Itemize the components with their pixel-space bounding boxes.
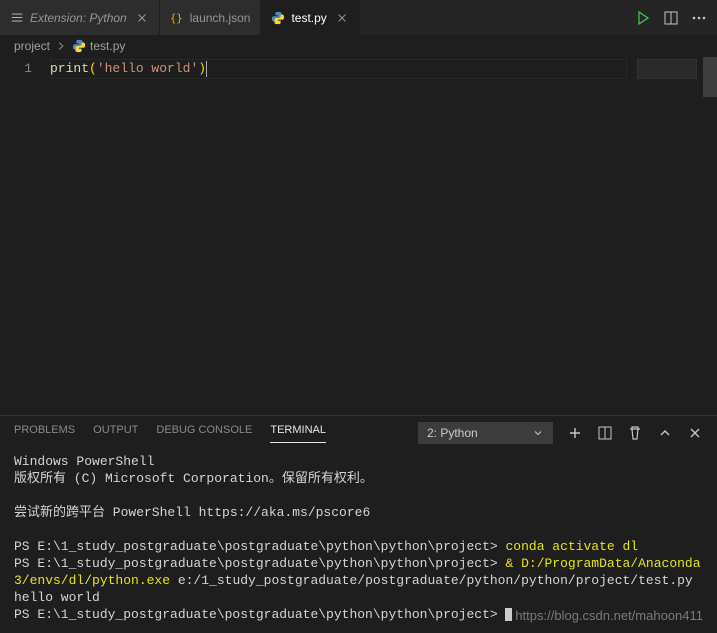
token-paren: ( bbox=[89, 61, 97, 76]
breadcrumb[interactable]: project test.py bbox=[0, 35, 717, 57]
svg-text:{}: {} bbox=[170, 12, 183, 24]
tab-test-py[interactable]: test.py bbox=[261, 0, 359, 35]
terminal-stdout: hello world bbox=[14, 590, 100, 605]
panel-tab-output[interactable]: OUTPUT bbox=[93, 424, 138, 443]
line-number: 1 bbox=[0, 59, 32, 79]
breadcrumb-folder: project bbox=[14, 39, 50, 53]
chevron-down-icon bbox=[532, 427, 544, 439]
terminal-prompt: PS E:\1_study_postgraduate\postgraduate\… bbox=[14, 607, 505, 622]
new-terminal-icon[interactable] bbox=[567, 425, 583, 441]
editor-tab-bar: Extension: Python {} launch.json test.py bbox=[0, 0, 717, 35]
python-icon bbox=[72, 39, 86, 53]
terminal-amp: & bbox=[505, 556, 521, 571]
panel-tab-problems[interactable]: PROBLEMS bbox=[14, 424, 75, 443]
line-gutter: 1 bbox=[0, 57, 50, 415]
code-editor[interactable]: 1 print('hello world') bbox=[0, 57, 717, 415]
panel-tabs: PROBLEMS OUTPUT DEBUG CONSOLE TERMINAL bbox=[14, 424, 326, 443]
close-panel-icon[interactable] bbox=[687, 425, 703, 441]
chevron-right-icon bbox=[54, 39, 68, 53]
terminal-line: 版权所有 (C) Microsoft Corporation。保留所有权利。 bbox=[14, 471, 373, 486]
terminal-arg: e:/1_study_postgraduate/postgraduate/pyt… bbox=[170, 573, 693, 588]
run-icon[interactable] bbox=[635, 10, 651, 26]
tab-label: Extension: Python bbox=[30, 11, 127, 25]
terminal-cursor bbox=[505, 608, 512, 621]
split-editor-icon[interactable] bbox=[663, 10, 679, 26]
scrollbar-vertical[interactable] bbox=[703, 57, 717, 97]
close-icon[interactable] bbox=[335, 11, 349, 25]
panel-tab-terminal[interactable]: TERMINAL bbox=[270, 424, 326, 443]
tab-label: launch.json bbox=[190, 11, 251, 25]
token-function: print bbox=[50, 61, 89, 76]
trash-icon[interactable] bbox=[627, 425, 643, 441]
terminal-output[interactable]: Windows PowerShell 版权所有 (C) Microsoft Co… bbox=[0, 450, 717, 633]
json-icon: {} bbox=[170, 11, 184, 25]
panel-actions: 2: Python bbox=[418, 422, 703, 444]
tab-extension-python[interactable]: Extension: Python bbox=[0, 0, 160, 35]
python-icon bbox=[271, 11, 285, 25]
editor-actions bbox=[625, 10, 717, 26]
tab-launch-json[interactable]: {} launch.json bbox=[160, 0, 262, 35]
terminal-prompt: PS E:\1_study_postgraduate\postgraduate\… bbox=[14, 539, 505, 554]
split-terminal-icon[interactable] bbox=[597, 425, 613, 441]
breadcrumb-file: test.py bbox=[90, 39, 125, 53]
text-cursor bbox=[206, 61, 207, 77]
terminal-select[interactable]: 2: Python bbox=[418, 422, 553, 444]
terminal-select-label: 2: Python bbox=[427, 426, 478, 440]
terminal-command: conda activate dl bbox=[505, 539, 638, 554]
terminal-prompt: PS E:\1_study_postgraduate\postgraduate\… bbox=[14, 556, 505, 571]
tab-label: test.py bbox=[291, 11, 326, 25]
list-icon bbox=[10, 11, 24, 25]
minimap[interactable] bbox=[637, 59, 697, 79]
watermark: https://blog.csdn.net/mahoon411 bbox=[515, 608, 703, 623]
panel-tab-debug[interactable]: DEBUG CONSOLE bbox=[156, 424, 252, 443]
more-actions-icon[interactable] bbox=[691, 10, 707, 26]
close-icon[interactable] bbox=[135, 11, 149, 25]
terminal-line: Windows PowerShell bbox=[14, 454, 154, 469]
terminal-line: 尝试新的跨平台 PowerShell https://aka.ms/pscore… bbox=[14, 505, 370, 520]
tabs-container: Extension: Python {} launch.json test.py bbox=[0, 0, 625, 35]
token-paren: ) bbox=[198, 61, 206, 76]
chevron-up-icon[interactable] bbox=[657, 425, 673, 441]
panel-header: PROBLEMS OUTPUT DEBUG CONSOLE TERMINAL 2… bbox=[0, 415, 717, 450]
code-content[interactable]: print('hello world') bbox=[50, 57, 717, 415]
token-string: 'hello world' bbox=[97, 61, 198, 76]
